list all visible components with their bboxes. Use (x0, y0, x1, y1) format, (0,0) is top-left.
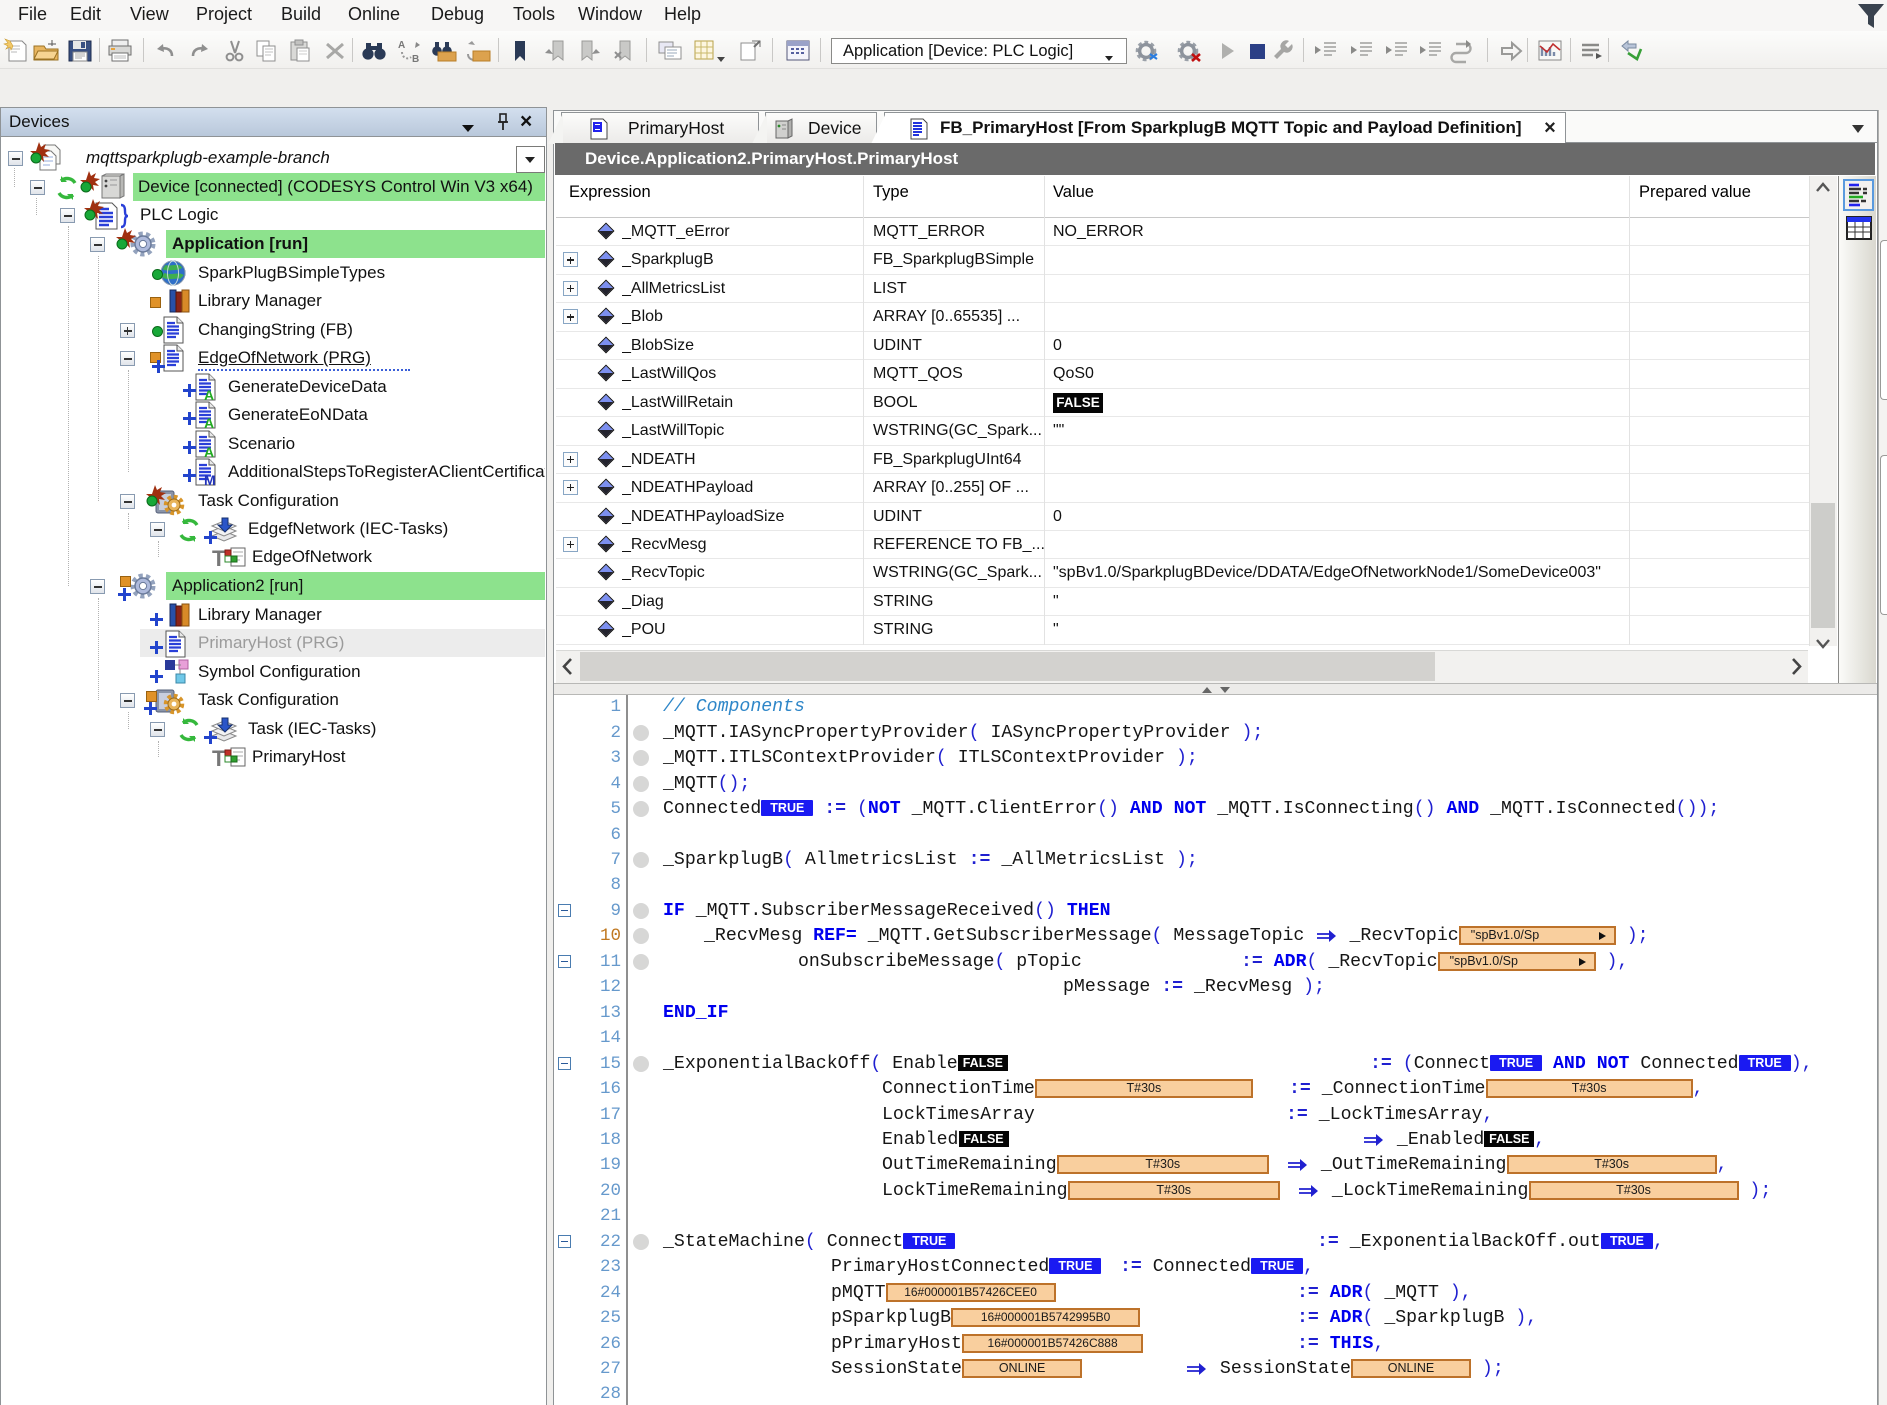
svg-text:T: T (212, 546, 226, 571)
svg-text:A: A (204, 444, 214, 458)
svg-text:A: A (204, 387, 214, 401)
svg-text:T: T (212, 746, 226, 771)
svg-text:A: A (204, 415, 214, 429)
svg-text:M: M (204, 472, 216, 486)
